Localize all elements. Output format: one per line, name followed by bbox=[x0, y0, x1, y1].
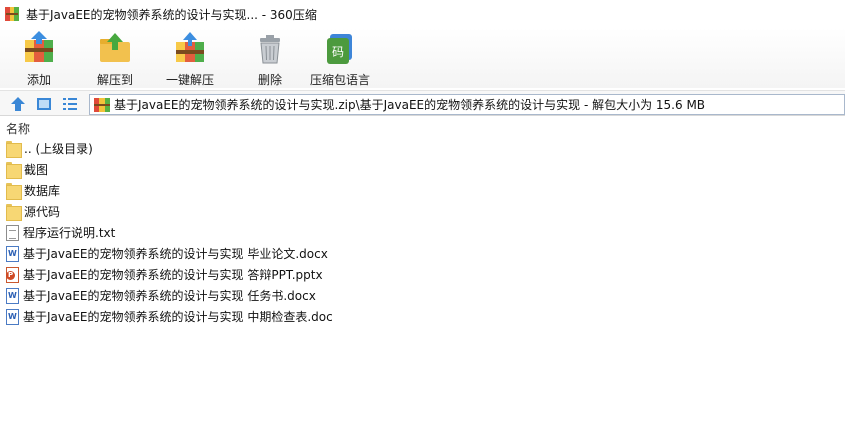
list-view-icon bbox=[63, 98, 77, 110]
list-item-label: 基于JavaEE的宠物领养系统的设计与实现 中期检查表.doc bbox=[23, 310, 333, 324]
list-item-screenshots[interactable]: 截图 bbox=[0, 159, 845, 180]
add-label: 添加 bbox=[26, 73, 51, 87]
address-field[interactable]: 基于JavaEE的宠物领养系统的设计与实现.zip\基于JavaEE的宠物领养系… bbox=[89, 94, 845, 115]
list-item-label: 源代码 bbox=[24, 205, 61, 219]
list-item-thesis-docx[interactable]: 基于JavaEE的宠物领养系统的设计与实现 毕业论文.docx bbox=[0, 243, 845, 264]
delete-button[interactable]: 删除 bbox=[252, 30, 288, 88]
list-item-assignment-docx[interactable]: 基于JavaEE的宠物领养系统的设计与实现 任务书.docx bbox=[0, 285, 845, 306]
title-bar: 基于JavaEE的宠物领养系统的设计与实现... - 360压缩 bbox=[0, 0, 845, 28]
up-level-button[interactable] bbox=[9, 95, 27, 113]
list-item-defense-pptx[interactable]: 基于JavaEE的宠物领养系统的设计与实现 答辩PPT.pptx bbox=[0, 264, 845, 285]
toolbar: 添加 解压到 一键解压 删除 码 压缩包语言 bbox=[0, 28, 845, 88]
one-click-extract-label: 一键解压 bbox=[166, 73, 215, 87]
list-item-label: 基于JavaEE的宠物领养系统的设计与实现 答辩PPT.pptx bbox=[23, 268, 323, 282]
list-item-midterm-doc[interactable]: 基于JavaEE的宠物领养系统的设计与实现 中期检查表.doc bbox=[0, 306, 845, 327]
encoding-icon: 码 bbox=[322, 30, 358, 66]
folder-icon bbox=[6, 204, 22, 221]
archive-comment-button[interactable]: 码 压缩包语言 bbox=[310, 30, 370, 88]
list-item-readme-txt[interactable]: 程序运行说明.txt bbox=[0, 222, 845, 243]
powerpoint-file-icon bbox=[6, 266, 19, 283]
column-name-label: 名称 bbox=[6, 121, 31, 136]
extract-to-button[interactable]: 解压到 bbox=[97, 30, 133, 88]
list-view-button[interactable] bbox=[61, 95, 79, 113]
list-item-source-code[interactable]: 源代码 bbox=[0, 201, 845, 222]
view-large-icon bbox=[37, 98, 51, 110]
add-icon bbox=[21, 30, 57, 66]
column-header-name[interactable]: 名称 bbox=[0, 118, 845, 138]
word-document-icon bbox=[6, 245, 19, 262]
word-document-icon bbox=[6, 308, 19, 325]
list-item-label: .. (上级目录) bbox=[24, 142, 93, 156]
list-item-label: 程序运行说明.txt bbox=[23, 226, 116, 240]
svg-text:码: 码 bbox=[332, 45, 344, 59]
list-item-parent-dir[interactable]: .. (上级目录) bbox=[0, 138, 845, 159]
delete-label: 删除 bbox=[257, 73, 282, 87]
folder-icon bbox=[6, 141, 22, 158]
add-button[interactable]: 添加 bbox=[21, 30, 57, 88]
extract-to-label: 解压到 bbox=[97, 73, 134, 87]
one-click-extract-button[interactable]: 一键解压 bbox=[166, 30, 214, 88]
address-bar-row: 基于JavaEE的宠物领养系统的设计与实现.zip\基于JavaEE的宠物领养系… bbox=[0, 90, 845, 116]
archive-comment-label: 压缩包语言 bbox=[310, 73, 371, 87]
archive-app-icon bbox=[4, 6, 20, 22]
file-list: .. (上级目录) 截图 数据库 源代码 程序运行说明.txt 基于JavaEE… bbox=[0, 138, 845, 327]
list-item-database[interactable]: 数据库 bbox=[0, 180, 845, 201]
folder-icon bbox=[6, 162, 22, 179]
list-item-label: 基于JavaEE的宠物领养系统的设计与实现 任务书.docx bbox=[23, 289, 316, 303]
list-item-label: 截图 bbox=[24, 163, 49, 177]
text-file-icon bbox=[6, 224, 19, 241]
list-item-label: 数据库 bbox=[24, 184, 61, 198]
folder-icon bbox=[6, 183, 22, 200]
arrow-up-icon bbox=[11, 97, 25, 111]
zip-archive-icon bbox=[94, 97, 110, 112]
list-item-label: 基于JavaEE的宠物领养系统的设计与实现 毕业论文.docx bbox=[23, 247, 328, 261]
one-click-extract-icon bbox=[172, 30, 208, 66]
extract-to-icon bbox=[97, 30, 133, 66]
thumbnail-view-button[interactable] bbox=[35, 95, 53, 113]
address-path: 基于JavaEE的宠物领养系统的设计与实现.zip\基于JavaEE的宠物领养系… bbox=[114, 98, 706, 112]
word-document-icon bbox=[6, 287, 19, 304]
window-title: 基于JavaEE的宠物领养系统的设计与实现... - 360压缩 bbox=[26, 7, 317, 22]
trash-icon bbox=[252, 30, 288, 66]
